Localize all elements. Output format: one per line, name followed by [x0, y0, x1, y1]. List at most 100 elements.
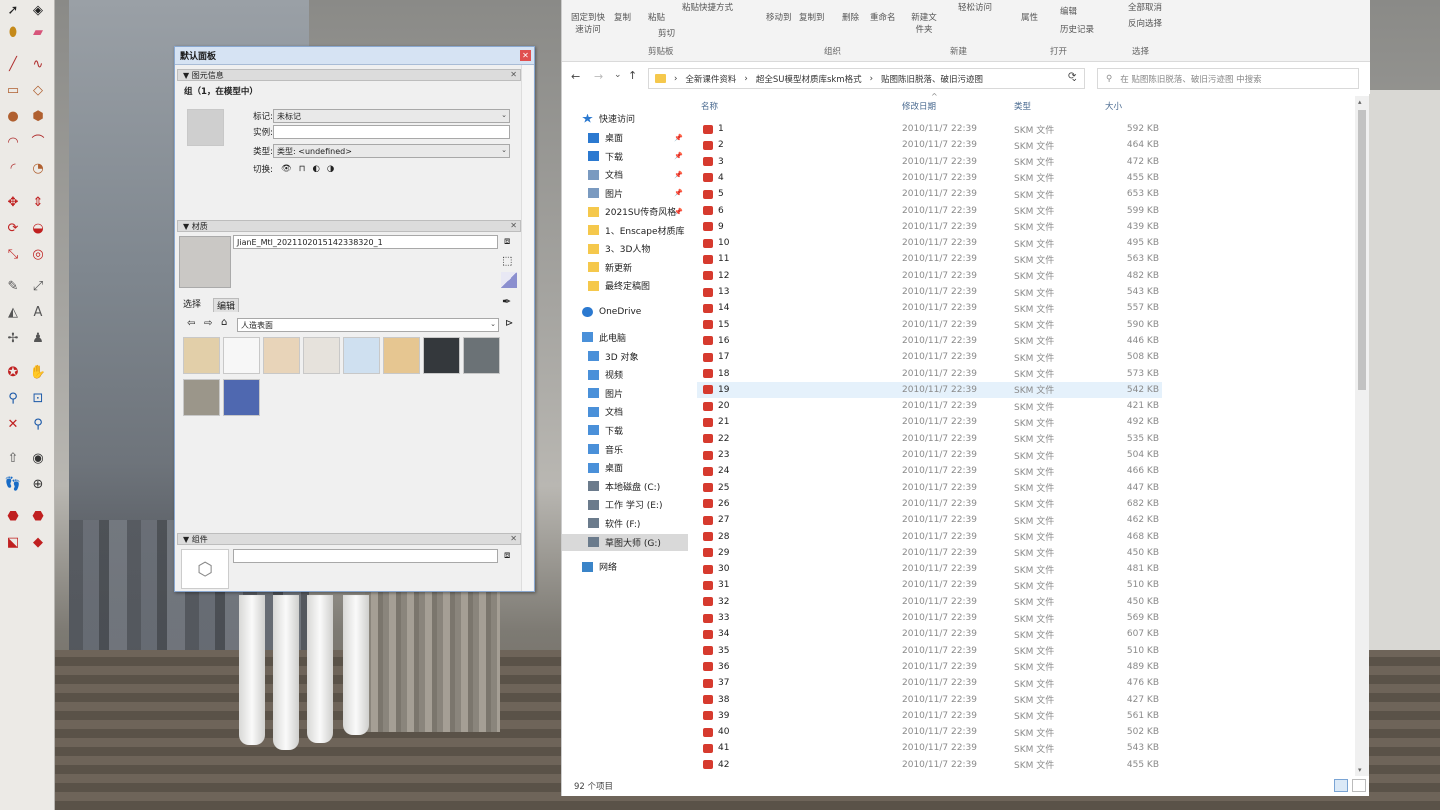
home-icon[interactable]: ⌂ [221, 317, 227, 328]
search-input[interactable]: ⚲ 在 贴图陈旧脱落、破旧污迹图 中搜索 [1097, 68, 1359, 89]
copy-to-button[interactable]: 复制到 [799, 12, 825, 24]
freehand-tool-icon[interactable]: ∿ [28, 54, 48, 74]
file-row[interactable]: 1 2010/11/7 22:39 SKM 文件 592 KB [697, 121, 1162, 137]
nav-item[interactable]: 图片 📌 [588, 185, 683, 202]
close-icon[interactable]: ✕ [510, 534, 517, 543]
pin-icon[interactable]: 📌 [674, 208, 683, 216]
copy-button[interactable]: 复制 [614, 12, 631, 24]
entity-info-header[interactable]: ▼ 图元信息 ✕ [177, 69, 521, 81]
nav-item[interactable]: 图片 [588, 385, 623, 402]
file-row[interactable]: 26 2010/11/7 22:39 SKM 文件 682 KB [697, 496, 1162, 512]
forward-arrow-icon[interactable]: ⇨ [204, 318, 212, 329]
rename-button[interactable]: 重命名 [870, 12, 896, 24]
file-row[interactable]: 32 2010/11/7 22:39 SKM 文件 450 KB [697, 594, 1162, 610]
file-row[interactable]: 14 2010/11/7 22:39 SKM 文件 557 KB [697, 300, 1162, 316]
create-material-icon[interactable]: ⧈ [504, 236, 510, 247]
large-icons-view-icon[interactable] [1352, 779, 1366, 792]
materials-header[interactable]: ▼ 材质 ✕ [177, 220, 521, 232]
lock-icon[interactable]: ⊓ [299, 164, 306, 174]
recent-dropdown-icon[interactable]: ⌄ [614, 70, 622, 80]
details-view-icon[interactable] [1334, 779, 1348, 792]
component-details-icon[interactable]: ⧈ [504, 550, 510, 561]
entity-material-swatch[interactable] [187, 109, 224, 146]
move-tool-icon[interactable]: ✥ [3, 192, 23, 212]
nav-item[interactable]: 此电脑 [582, 329, 626, 346]
address-breadcrumb[interactable]: › 全新课件资料 › 超全SU模型材质库skm格式 › 贴图陈旧脱落、破旧污迹图… [648, 68, 1085, 89]
nav-item[interactable]: 最终定稿图 [588, 277, 650, 294]
visibility-eye-icon[interactable]: 👁 [281, 164, 292, 174]
offset-tool-icon[interactable]: ◎ [28, 244, 48, 264]
material-swatch[interactable] [343, 337, 380, 374]
file-row[interactable]: 18 2010/11/7 22:39 SKM 文件 573 KB [697, 366, 1162, 382]
material-swatch[interactable] [263, 337, 300, 374]
file-row[interactable]: 20 2010/11/7 22:39 SKM 文件 421 KB [697, 398, 1162, 414]
rotate-tool-icon[interactable]: ⟳ [3, 218, 23, 238]
easy-access-button[interactable]: 轻松访问 [958, 2, 992, 14]
file-row[interactable]: 33 2010/11/7 22:39 SKM 文件 569 KB [697, 610, 1162, 626]
sample-paint-icon[interactable] [501, 272, 517, 288]
follow-me-icon[interactable]: ◒ [28, 218, 48, 238]
look-around-icon[interactable]: ◉ [28, 448, 48, 468]
close-icon[interactable]: ✕ [520, 50, 531, 61]
file-row[interactable]: 11 2010/11/7 22:39 SKM 文件 563 KB [697, 251, 1162, 267]
invert-selection-button[interactable]: 反向选择 [1128, 18, 1162, 30]
nav-item[interactable]: 文档 [588, 403, 623, 420]
file-row[interactable]: 40 2010/11/7 22:39 SKM 文件 502 KB [697, 724, 1162, 740]
three-point-arc-icon[interactable]: ◜ [3, 158, 23, 178]
material-swatch[interactable] [183, 379, 220, 416]
polygon-tool-icon[interactable]: ⬢ [28, 106, 48, 126]
file-row[interactable]: 25 2010/11/7 22:39 SKM 文件 447 KB [697, 480, 1162, 496]
paste-shortcut-button[interactable]: 粘贴快捷方式 [682, 2, 733, 14]
material-swatch[interactable] [183, 337, 220, 374]
file-row[interactable]: 39 2010/11/7 22:39 SKM 文件 561 KB [697, 708, 1162, 724]
two-point-arc-icon[interactable]: ⌒ [28, 132, 48, 152]
paste-button[interactable]: 粘贴 [648, 12, 665, 24]
instance-input[interactable] [273, 125, 510, 139]
warehouse-icon[interactable]: ⬣ [28, 506, 48, 526]
tab-edit[interactable]: 编辑 [213, 298, 240, 312]
file-row[interactable]: 38 2010/11/7 22:39 SKM 文件 427 KB [697, 692, 1162, 708]
zoom-extents-icon[interactable]: ✕ [3, 414, 23, 434]
material-swatch[interactable] [223, 379, 260, 416]
pin-icon[interactable]: 📌 [674, 152, 683, 160]
file-row[interactable]: 3 2010/11/7 22:39 SKM 文件 472 KB [697, 154, 1162, 170]
component-name-input[interactable] [233, 549, 498, 563]
nav-item[interactable]: 音乐 [588, 441, 623, 458]
column-header-name[interactable]: 名称 [701, 100, 718, 112]
pan-tool-icon[interactable]: ✋ [28, 362, 48, 382]
nav-item[interactable]: 软件 (F:) [588, 515, 640, 532]
push-pull-icon[interactable]: ⇕ [28, 192, 48, 212]
back-arrow-icon[interactable]: ⇦ [187, 318, 195, 329]
line-tool-icon[interactable]: ╱ [3, 54, 23, 74]
nav-item[interactable]: 视频 [588, 366, 623, 383]
material-swatch[interactable] [423, 337, 460, 374]
file-row[interactable]: 28 2010/11/7 22:39 SKM 文件 468 KB [697, 529, 1162, 545]
file-row[interactable]: 34 2010/11/7 22:39 SKM 文件 607 KB [697, 626, 1162, 642]
close-icon[interactable]: ✕ [510, 221, 517, 230]
material-cube-icon[interactable]: ⬚ [502, 254, 512, 267]
tape-measure-icon[interactable]: ✎ [3, 276, 23, 296]
file-row[interactable]: 27 2010/11/7 22:39 SKM 文件 462 KB [697, 512, 1162, 528]
file-row[interactable]: 24 2010/11/7 22:39 SKM 文件 466 KB [697, 463, 1162, 479]
file-row[interactable]: 13 2010/11/7 22:39 SKM 文件 543 KB [697, 284, 1162, 300]
component-cube-icon[interactable]: ⬡ [181, 549, 229, 589]
file-row[interactable]: 23 2010/11/7 22:39 SKM 文件 504 KB [697, 447, 1162, 463]
close-icon[interactable]: ✕ [510, 70, 517, 79]
back-arrow-icon[interactable]: ← [571, 70, 580, 83]
nav-item[interactable]: 1、Enscape材质库 [588, 222, 685, 239]
library-select[interactable]: 人造表面 ⌄ [237, 318, 499, 332]
cut-button[interactable]: 剪切 [658, 28, 675, 40]
pie-tool-icon[interactable]: ◔ [28, 158, 48, 178]
eraser-icon[interactable]: ▰ [28, 22, 48, 42]
rotated-rectangle-icon[interactable]: ◇ [28, 80, 48, 100]
move-to-button[interactable]: 移动到 [766, 12, 792, 24]
file-row[interactable]: 15 2010/11/7 22:39 SKM 文件 590 KB [697, 317, 1162, 333]
file-row[interactable]: 17 2010/11/7 22:39 SKM 文件 508 KB [697, 349, 1162, 365]
position-camera-icon[interactable]: ⇧ [3, 448, 23, 468]
current-material-preview[interactable] [179, 236, 231, 288]
breadcrumb-item[interactable]: 贴图陈旧脱落、破旧污迹图 [881, 73, 983, 85]
section-plane-icon[interactable]: ⊕ [28, 474, 48, 494]
nav-item[interactable]: 下载 📌 [588, 148, 683, 165]
nav-item[interactable]: 3、3D人物 [588, 240, 650, 257]
nav-item[interactable]: 草图大师 (G:) [562, 533, 688, 551]
